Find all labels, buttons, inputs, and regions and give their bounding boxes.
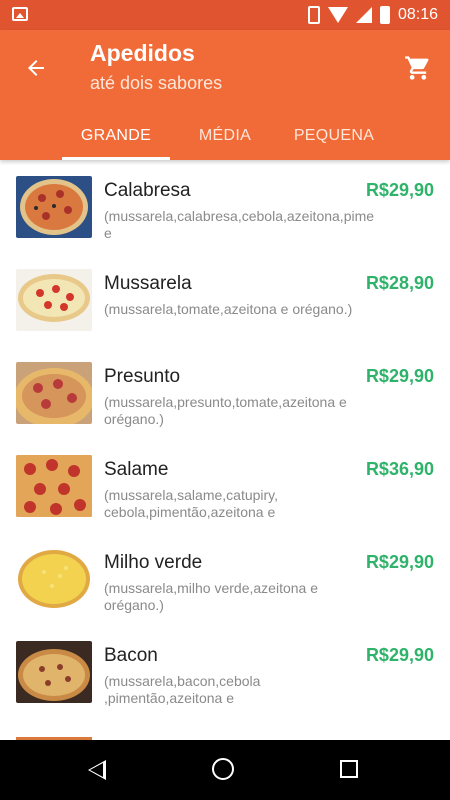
size-tabs: GRANDE MÉDIA PEQUENA — [0, 112, 450, 160]
list-item[interactable]: Bacon (mussarela,bacon,cebola ,pimentão,… — [0, 627, 450, 720]
item-description: (mussarela,milho verde,azeitona e orégan… — [104, 580, 318, 613]
item-price: R$29,90 — [365, 552, 434, 572]
back-button[interactable] — [18, 50, 54, 86]
list-item[interactable]: Presunto (mussarela,presunto,tomate,azei… — [0, 348, 450, 441]
navigation-bar — [0, 740, 450, 800]
shopping-cart-icon — [405, 56, 429, 80]
status-time: 08:16 — [397, 6, 438, 23]
item-description: (mussarela,salame,catupiry, cebola,pimen… — [104, 487, 279, 520]
status-icons: 08:16 — [307, 5, 438, 25]
tab-pequena[interactable]: PEQUENA — [280, 112, 388, 160]
item-price: R$28,90 — [365, 273, 434, 293]
item-name: Bacon — [104, 645, 158, 666]
tab-media[interactable]: MÉDIA — [178, 112, 272, 160]
pizza-image — [16, 455, 92, 517]
page-subtitle: até dois sabores — [90, 73, 223, 93]
pizza-image — [16, 362, 92, 424]
vibrate-icon — [307, 6, 320, 24]
list-item[interactable]: Mussarela (mussarela,tomate,azeitona e o… — [0, 255, 450, 348]
nav-back-icon[interactable] — [88, 760, 106, 780]
pizza-image — [16, 269, 92, 331]
pizza-image — [16, 641, 92, 703]
page-title: Apedidos — [90, 40, 195, 66]
nav-home-icon[interactable] — [212, 758, 234, 780]
item-name: Mussarela — [104, 273, 192, 294]
item-price: R$29,90 — [365, 645, 434, 665]
image-icon — [12, 7, 28, 21]
item-price: R$29,90 — [365, 180, 434, 200]
item-name: Presunto — [104, 366, 181, 387]
list-item[interactable]: Calabresa (mussarela,calabresa,cebola,az… — [0, 162, 450, 255]
wifi-icon — [327, 7, 348, 23]
arrow-left-icon — [28, 60, 44, 76]
pizza-image — [16, 176, 92, 238]
pizza-image — [16, 548, 92, 610]
item-name: Calabresa — [104, 180, 191, 201]
item-description: (mussarela,presunto,tomate,azeitona e or… — [104, 394, 347, 427]
list-item[interactable]: Salame (mussarela,salame,catupiry, cebol… — [0, 441, 450, 534]
item-name: Milho verde — [104, 552, 203, 573]
tab-grande[interactable]: GRANDE — [62, 112, 170, 160]
cart-button[interactable] — [400, 50, 436, 86]
signal-icon — [355, 7, 372, 23]
item-price: R$36,90 — [365, 459, 434, 479]
app-bar: Apedidos até dois sabores GRANDE MÉDIA P… — [0, 30, 450, 160]
item-description: (mussarela,calabresa,cebola,azeitona,pim… — [104, 208, 374, 241]
item-name: Salame — [104, 459, 169, 480]
item-description: (mussarela,tomate,azeitona e orégano.) — [104, 301, 353, 317]
status-bar: 08:16 — [0, 0, 450, 30]
list-item[interactable]: Milho verde (mussarela,milho verde,azeit… — [0, 534, 450, 627]
battery-icon — [379, 6, 390, 24]
item-description: (mussarela,bacon,cebola ,pimentão,azeito… — [104, 673, 261, 706]
nav-recents-icon[interactable] — [340, 760, 358, 778]
product-list[interactable]: Calabresa (mussarela,calabresa,cebola,az… — [0, 162, 450, 740]
item-price: R$29,90 — [365, 366, 434, 386]
tab-indicator — [62, 157, 170, 160]
